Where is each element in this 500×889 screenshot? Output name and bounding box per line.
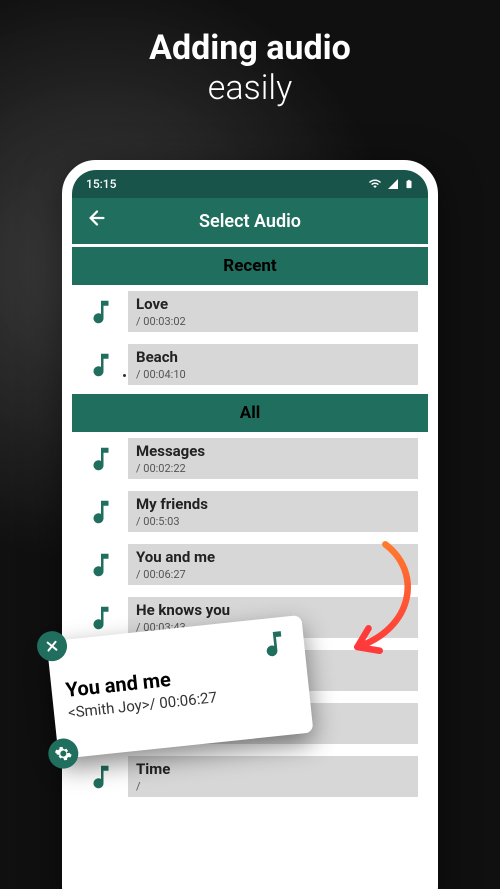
section-header-recent: Recent xyxy=(72,244,428,285)
audio-meta: / 00:03:02 xyxy=(136,315,410,328)
audio-meta: / 00:5:03 xyxy=(136,515,410,528)
audio-meta: / xyxy=(136,780,410,793)
promo-subtitle: easily xyxy=(0,68,500,108)
gear-icon xyxy=(53,744,73,764)
close-icon xyxy=(43,637,61,655)
audio-row-text: Time / xyxy=(128,756,418,797)
audio-meta: / 00:04:10 xyxy=(136,368,410,381)
audio-row[interactable]: Love / 00:03:02 xyxy=(72,285,428,338)
app-bar: Select Audio xyxy=(72,198,428,244)
audio-row[interactable]: My friends / 00:5:03 xyxy=(72,485,428,538)
music-note-icon xyxy=(86,444,116,474)
audio-row-text: You and me / 00:06:27 xyxy=(128,544,418,585)
audio-title: You and me xyxy=(136,548,410,566)
audio-row-text: Beach / 00:04:10 xyxy=(128,344,418,385)
music-note-icon xyxy=(86,297,116,327)
audio-title: He knows you xyxy=(136,601,410,619)
audio-title: Beach xyxy=(136,348,410,366)
phone-frame: 15:15 Select Audio Recent Love / 00:03:02… xyxy=(62,160,438,889)
audio-row-text: Love / 00:03:02 xyxy=(128,291,418,332)
battery-icon xyxy=(404,177,414,191)
audio-meta: / 00:06:27 xyxy=(136,568,410,581)
section-header-all: All xyxy=(72,391,428,432)
music-note-icon xyxy=(86,603,116,633)
audio-row-text: My friends / 00:5:03 xyxy=(128,491,418,532)
list-recent: Love / 00:03:02 Beach / 00:04:10 xyxy=(72,285,428,391)
wifi-icon xyxy=(368,178,382,190)
music-note-icon xyxy=(86,497,116,527)
status-time: 15:15 xyxy=(86,177,116,191)
promo-heading: Adding audio easily xyxy=(0,28,500,108)
audio-meta: / 00:02:22 xyxy=(136,462,410,475)
music-note-icon xyxy=(86,350,116,380)
music-note-icon xyxy=(86,762,116,792)
appbar-title: Select Audio xyxy=(72,211,428,232)
promo-title: Adding audio xyxy=(0,28,500,68)
audio-row[interactable]: You and me / 00:06:27 xyxy=(72,538,428,591)
status-bar: 15:15 xyxy=(72,170,428,198)
music-note-icon xyxy=(256,626,291,661)
audio-row[interactable]: Time / xyxy=(72,750,428,803)
audio-row[interactable]: Beach / 00:04:10 xyxy=(72,338,428,391)
audio-title: My friends xyxy=(136,495,410,513)
audio-title: Love xyxy=(136,295,410,313)
arrow-left-icon xyxy=(86,207,108,229)
audio-row[interactable]: Messages / 00:02:22 xyxy=(72,432,428,485)
back-button[interactable] xyxy=(86,207,108,235)
music-note-icon xyxy=(86,550,116,580)
signal-icon xyxy=(386,178,400,190)
audio-title: Time xyxy=(136,760,410,778)
status-icons xyxy=(368,177,414,191)
audio-title: Messages xyxy=(136,442,410,460)
audio-row-text: Messages / 00:02:22 xyxy=(128,438,418,479)
